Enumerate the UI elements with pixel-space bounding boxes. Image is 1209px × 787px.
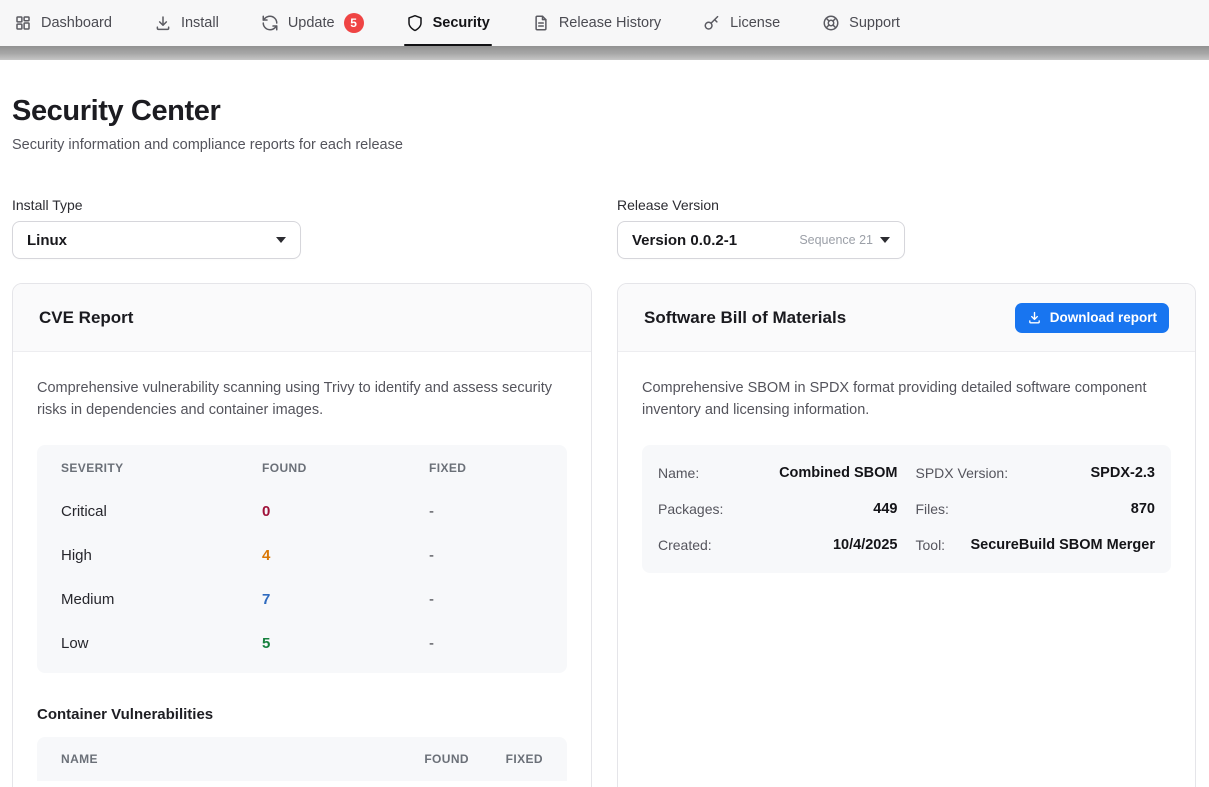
nav-item-support[interactable]: Support xyxy=(822,0,900,46)
sbom-detail-packages: Packages: 449 xyxy=(658,491,898,527)
fixed-count: - xyxy=(429,503,543,520)
filters-row: Install Type Linux Release Version Versi… xyxy=(12,197,1196,259)
detail-label: SPDX Version: xyxy=(916,465,1009,481)
detail-label: Files: xyxy=(916,501,949,517)
detail-value: 870 xyxy=(1131,501,1155,517)
page-subtitle: Security information and compliance repo… xyxy=(12,137,1196,153)
column-header-found: FOUND xyxy=(262,461,429,475)
fixed-count: - xyxy=(429,635,543,652)
severity-label: High xyxy=(61,547,262,564)
release-version-value: Version 0.0.2-1 xyxy=(632,232,737,249)
security-center-page: Security Center Security information and… xyxy=(0,60,1209,787)
update-count-badge: 5 xyxy=(344,13,364,33)
sbom-card: Software Bill of Materials Download repo… xyxy=(617,283,1196,787)
severity-label: Medium xyxy=(61,591,262,608)
severity-table-header: SEVERITY FOUND FIXED xyxy=(37,447,567,489)
nav-item-label: Support xyxy=(849,15,900,31)
table-row: Critical 0 - xyxy=(37,489,567,533)
top-navigation: Dashboard Install Update 5 Security Rele… xyxy=(0,0,1209,46)
severity-label: Low xyxy=(61,635,262,652)
nav-item-label: License xyxy=(730,15,780,31)
table-row: Medium 7 - xyxy=(37,577,567,621)
nav-item-security[interactable]: Security xyxy=(406,0,490,46)
table-row: Low 5 - xyxy=(37,621,567,665)
column-header-fixed: FIXED xyxy=(469,752,543,766)
nav-item-install[interactable]: Install xyxy=(154,0,219,46)
cve-report-description: Comprehensive vulnerability scanning usi… xyxy=(37,378,562,421)
cve-report-title: CVE Report xyxy=(39,308,133,328)
download-icon xyxy=(1027,310,1042,325)
release-version-select[interactable]: Version 0.0.2-1 Sequence 21 xyxy=(617,221,905,259)
nav-item-label: Install xyxy=(181,15,219,31)
column-header-fixed: FIXED xyxy=(429,461,543,475)
chevron-down-icon xyxy=(276,237,286,243)
nav-item-release-history[interactable]: Release History xyxy=(532,0,661,46)
detail-value: Combined SBOM xyxy=(779,465,897,481)
sbom-title: Software Bill of Materials xyxy=(644,308,846,328)
found-count: 0 xyxy=(262,503,429,520)
detail-value: SPDX-2.3 xyxy=(1091,465,1155,481)
found-count: 5 xyxy=(262,635,429,652)
container-vulnerabilities-title: Container Vulnerabilities xyxy=(37,706,567,723)
sbom-description: Comprehensive SBOM in SPDX format provid… xyxy=(642,378,1167,421)
download-report-button[interactable]: Download report xyxy=(1015,303,1169,333)
detail-label: Name: xyxy=(658,465,699,481)
document-icon xyxy=(532,14,550,32)
found-count: 7 xyxy=(262,591,429,608)
sbom-body: Comprehensive SBOM in SPDX format provid… xyxy=(618,352,1195,599)
shield-icon xyxy=(406,14,424,32)
column-header-severity: SEVERITY xyxy=(61,461,262,475)
table-row: High 4 - xyxy=(37,533,567,577)
severity-label: Critical xyxy=(61,503,262,520)
sbom-details: Name: Combined SBOM SPDX Version: SPDX-2… xyxy=(642,445,1171,573)
cve-report-card: CVE Report Comprehensive vulnerability s… xyxy=(12,283,592,787)
nav-item-license[interactable]: License xyxy=(703,0,780,46)
key-icon xyxy=(703,14,721,32)
sbom-detail-spdx-version: SPDX Version: SPDX-2.3 xyxy=(916,455,1156,491)
nav-item-update[interactable]: Update 5 xyxy=(261,0,364,46)
sbom-header: Software Bill of Materials Download repo… xyxy=(618,284,1195,352)
container-vulnerabilities-header: NAME FOUND FIXED xyxy=(37,737,567,781)
fixed-count: - xyxy=(429,591,543,608)
release-version-filter: Release Version Version 0.0.2-1 Sequence… xyxy=(617,197,1196,259)
download-icon xyxy=(154,14,172,32)
nav-item-label: Release History xyxy=(559,15,661,31)
install-type-select[interactable]: Linux xyxy=(12,221,301,259)
install-type-label: Install Type xyxy=(12,197,592,213)
install-type-filter: Install Type Linux xyxy=(12,197,592,259)
dashboard-grid-icon xyxy=(14,14,32,32)
detail-label: Created: xyxy=(658,537,712,553)
chevron-down-icon xyxy=(880,237,890,243)
window-divider xyxy=(0,46,1209,60)
report-cards: CVE Report Comprehensive vulnerability s… xyxy=(12,283,1196,787)
cve-report-body: Comprehensive vulnerability scanning usi… xyxy=(13,352,591,787)
refresh-icon xyxy=(261,14,279,32)
detail-value: 449 xyxy=(873,501,897,517)
nav-item-label: Security xyxy=(433,15,490,31)
nav-item-dashboard[interactable]: Dashboard xyxy=(14,0,112,46)
sbom-detail-name: Name: Combined SBOM xyxy=(658,455,898,491)
column-header-found: FOUND xyxy=(389,752,469,766)
sbom-detail-tool: Tool: SecureBuild SBOM Merger xyxy=(916,527,1156,563)
life-buoy-icon xyxy=(822,14,840,32)
cve-report-header: CVE Report xyxy=(13,284,591,352)
sequence-hint: Sequence 21 xyxy=(799,233,873,247)
detail-value: 10/4/2025 xyxy=(833,537,898,553)
sbom-detail-created: Created: 10/4/2025 xyxy=(658,527,898,563)
page-title: Security Center xyxy=(12,95,1196,128)
detail-value: SecureBuild SBOM Merger xyxy=(970,537,1155,553)
detail-label: Packages: xyxy=(658,501,723,517)
sbom-detail-files: Files: 870 xyxy=(916,491,1156,527)
download-report-label: Download report xyxy=(1050,310,1157,325)
nav-item-label: Dashboard xyxy=(41,15,112,31)
fixed-count: - xyxy=(429,547,543,564)
nav-item-label: Update xyxy=(288,15,335,31)
install-type-value: Linux xyxy=(27,232,67,249)
severity-table: SEVERITY FOUND FIXED Critical 0 - High 4… xyxy=(37,445,567,673)
release-version-label: Release Version xyxy=(617,197,1196,213)
found-count: 4 xyxy=(262,547,429,564)
detail-label: Tool: xyxy=(916,537,946,553)
column-header-name: NAME xyxy=(61,752,389,766)
